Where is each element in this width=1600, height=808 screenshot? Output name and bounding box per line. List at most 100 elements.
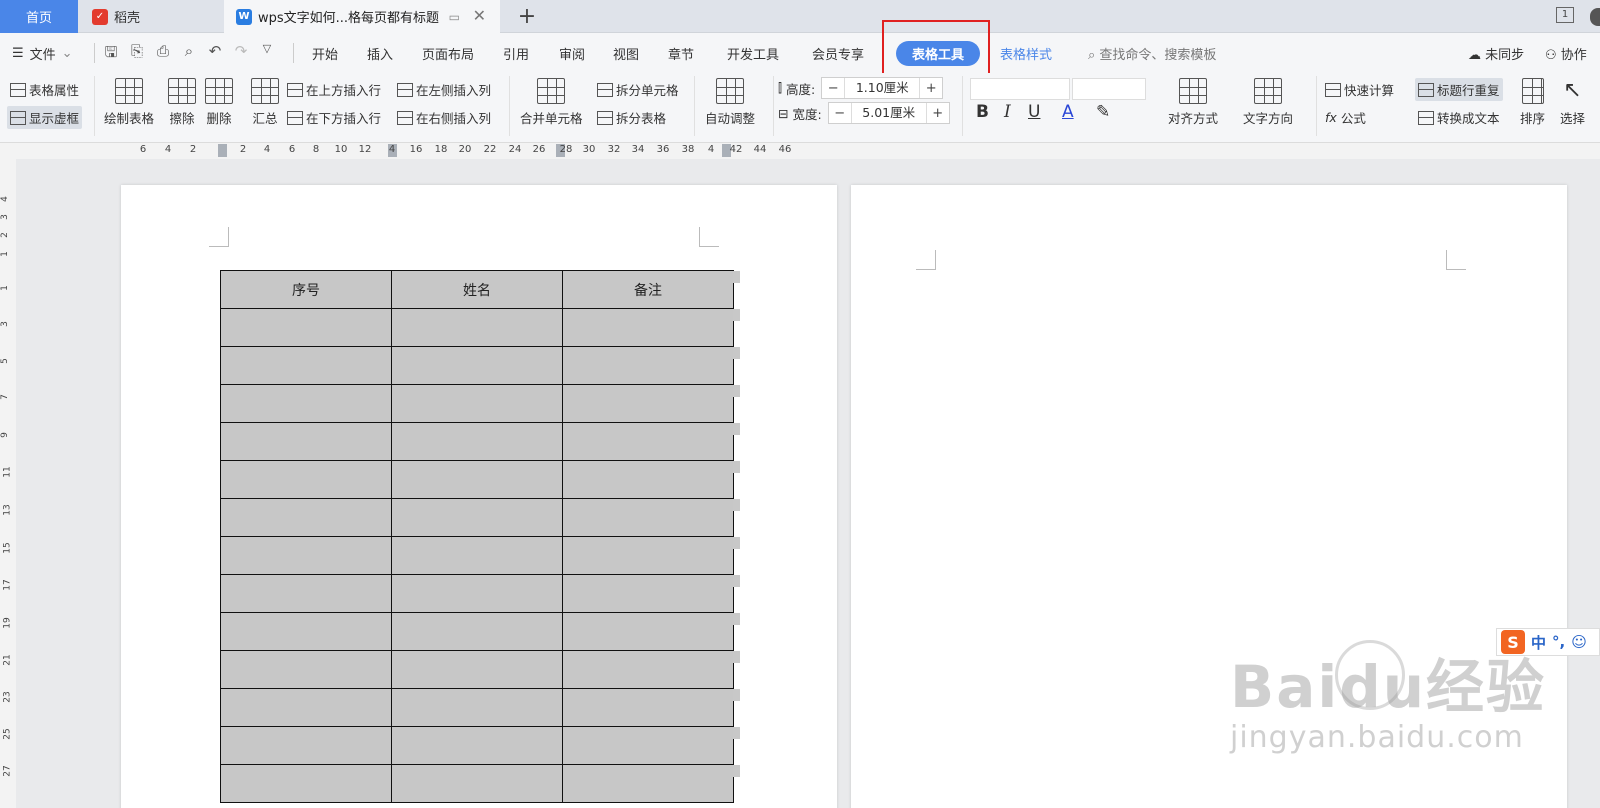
- table-cell[interactable]: [391, 460, 563, 499]
- width-increase-button[interactable]: +: [927, 106, 949, 121]
- bold-icon[interactable]: B: [976, 102, 989, 122]
- table-cell[interactable]: [391, 346, 563, 385]
- table-cell[interactable]: [562, 726, 734, 765]
- undo-icon[interactable]: ↶: [206, 42, 224, 67]
- tab-home[interactable]: 首页: [0, 0, 78, 33]
- avatar[interactable]: [1590, 8, 1600, 26]
- table-row[interactable]: [220, 346, 734, 385]
- table-cell[interactable]: [220, 308, 392, 347]
- table-row[interactable]: [220, 498, 734, 537]
- align-button[interactable]: 对齐方式: [1168, 78, 1218, 127]
- menu-start[interactable]: 开始: [312, 44, 338, 63]
- table-cell[interactable]: [220, 574, 392, 613]
- table-row[interactable]: [220, 726, 734, 765]
- horizontal-ruler[interactable]: 6 4 2 2 4 6 8 10 12 4 16 18 20 22 24 26 28 30 32 34 36 38 4 42 4…: [0, 143, 1600, 159]
- window-switch-icon[interactable]: 1: [1556, 7, 1574, 23]
- table-cell[interactable]: [562, 308, 734, 347]
- header-cell-note[interactable]: 备注: [562, 270, 734, 309]
- table-cell[interactable]: [220, 536, 392, 575]
- table-cell[interactable]: [562, 498, 734, 537]
- print-preview-icon[interactable]: ⌕: [180, 42, 198, 67]
- table-cell[interactable]: [562, 574, 734, 613]
- table-cell[interactable]: [220, 460, 392, 499]
- vertical-ruler[interactable]: 4 3 2 1 1 3 5 7 9 11 13 15 17 19 21 23 25 27: [0, 159, 16, 808]
- table-cell[interactable]: [391, 726, 563, 765]
- highlight-pen-icon[interactable]: ✎: [1096, 102, 1110, 122]
- height-input[interactable]: 1.10厘米: [844, 78, 921, 98]
- table-cell[interactable]: [391, 764, 563, 803]
- table-cell[interactable]: [220, 498, 392, 537]
- table-cell[interactable]: [391, 384, 563, 423]
- insert-row-above-button[interactable]: 在上方插入行: [287, 80, 381, 99]
- italic-icon[interactable]: I: [1004, 102, 1011, 122]
- menu-insert[interactable]: 插入: [367, 44, 393, 63]
- table-row[interactable]: [220, 536, 734, 575]
- table-cell[interactable]: [391, 650, 563, 689]
- font-family-select[interactable]: [970, 78, 1070, 100]
- menu-references[interactable]: 引用: [503, 44, 529, 63]
- table-row[interactable]: [220, 764, 734, 803]
- summary-button[interactable]: 汇总: [251, 78, 279, 127]
- ruler-margin-marker[interactable]: [218, 144, 227, 157]
- sort-button[interactable]: 排序: [1520, 78, 1545, 127]
- export-pdf-icon[interactable]: ⎘: [128, 42, 146, 67]
- table-cell[interactable]: [562, 384, 734, 423]
- draw-table-button[interactable]: 绘制表格: [104, 78, 154, 127]
- width-input[interactable]: 5.01厘米: [850, 103, 927, 123]
- customize-dropdown-icon[interactable]: ▽: [258, 42, 276, 67]
- ime-mode[interactable]: 中: [1531, 632, 1546, 653]
- table-cell[interactable]: [562, 536, 734, 575]
- print-icon[interactable]: ⎙: [154, 42, 172, 67]
- ime-punct[interactable]: °,: [1552, 633, 1565, 651]
- repeat-header-button[interactable]: 标题行重复: [1415, 78, 1503, 101]
- close-tab-icon[interactable]: ✕: [473, 6, 486, 25]
- table-cell[interactable]: [562, 764, 734, 803]
- table-row[interactable]: [220, 688, 734, 727]
- redo-icon[interactable]: ↷: [232, 42, 250, 67]
- table-cell[interactable]: [220, 422, 392, 461]
- merge-cells-button[interactable]: 合并单元格: [520, 78, 583, 127]
- new-tab-button[interactable]: +: [512, 0, 542, 33]
- menu-dev-tools[interactable]: 开发工具: [727, 44, 779, 63]
- table-cell[interactable]: [562, 612, 734, 651]
- text-direction-button[interactable]: 文字方向: [1243, 78, 1293, 127]
- quick-calc-button[interactable]: 快速计算: [1325, 80, 1394, 99]
- height-increase-button[interactable]: +: [920, 81, 942, 96]
- insert-col-right-button[interactable]: 在右侧插入列: [397, 108, 491, 127]
- tab-table-style[interactable]: 表格样式: [1000, 44, 1052, 63]
- table-header-row[interactable]: 序号 姓名 备注: [220, 270, 734, 309]
- split-table-button[interactable]: 拆分表格: [597, 108, 666, 127]
- table-cell[interactable]: [220, 612, 392, 651]
- table-cell[interactable]: [562, 650, 734, 689]
- document-table[interactable]: 序号 姓名 备注: [220, 270, 734, 803]
- split-cells-button[interactable]: 拆分单元格: [597, 80, 679, 99]
- command-search[interactable]: ⌕ 查找命令、搜索模板: [1088, 44, 1216, 63]
- collab-button[interactable]: ⚇ 协作: [1545, 44, 1587, 63]
- table-cell[interactable]: [220, 346, 392, 385]
- delete-button[interactable]: 删除: [205, 78, 233, 127]
- table-cell[interactable]: [391, 574, 563, 613]
- table-row[interactable]: [220, 422, 734, 461]
- font-size-select[interactable]: [1072, 78, 1146, 100]
- menu-page-layout[interactable]: 页面布局: [422, 44, 474, 63]
- height-decrease-button[interactable]: −: [822, 81, 844, 96]
- table-row[interactable]: [220, 612, 734, 651]
- table-cell[interactable]: [391, 308, 563, 347]
- width-decrease-button[interactable]: −: [829, 106, 851, 121]
- table-row[interactable]: [220, 650, 734, 689]
- table-cell[interactable]: [391, 688, 563, 727]
- table-cell[interactable]: [220, 726, 392, 765]
- menu-view[interactable]: 视图: [613, 44, 639, 63]
- table-row[interactable]: [220, 574, 734, 613]
- tab-daoke[interactable]: ✓ 稻壳: [78, 0, 224, 33]
- font-color-icon[interactable]: A: [1062, 102, 1074, 122]
- table-cell[interactable]: [391, 422, 563, 461]
- select-button[interactable]: ↖ 选择: [1560, 78, 1585, 127]
- table-cell[interactable]: [391, 612, 563, 651]
- menu-review[interactable]: 审阅: [559, 44, 585, 63]
- table-cell[interactable]: [220, 688, 392, 727]
- table-row[interactable]: [220, 384, 734, 423]
- pin-icon[interactable]: ▭: [449, 10, 460, 24]
- ime-toolbar[interactable]: S 中 °, ☺: [1496, 628, 1600, 656]
- show-gridlines-button[interactable]: 显示虚框: [7, 106, 83, 129]
